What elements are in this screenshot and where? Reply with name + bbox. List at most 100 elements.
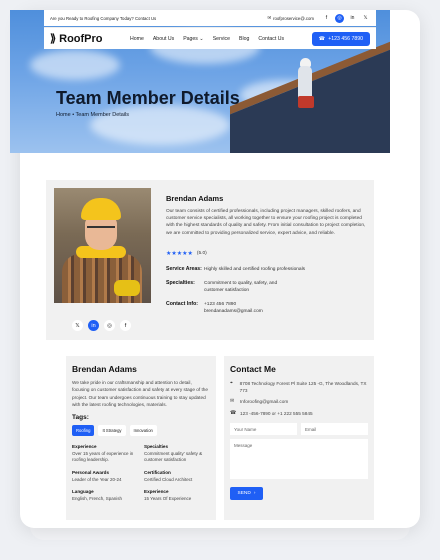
nav-pages[interactable]: Pages ⌄ <box>183 36 204 42</box>
contact-info-row: Contact Info: +123 456 7890 brendanadams… <box>166 301 294 316</box>
main-nav: ⟫ RoofPro Home About Us Pages ⌄ Service … <box>44 27 376 49</box>
contact-card: Contact Me ⌖ 8708 Technology Forest Pl S… <box>224 356 374 520</box>
tags-title: Tags: <box>72 414 89 422</box>
specialties-value: Commitment to quality, safety, and custo… <box>204 281 278 294</box>
tag-roofing[interactable]: Roofing <box>72 425 95 437</box>
breadcrumb[interactable]: Home • Team Member Details <box>56 112 129 118</box>
call-button-label: +123 456 7890 <box>328 35 363 42</box>
service-areas-value: Highly skilled and certified roofing pro… <box>204 267 306 272</box>
fact-item: Language English, French, Spanish <box>72 489 144 502</box>
contact-email[interactable]: brendanadams@gmail.com <box>204 308 294 315</box>
instagram-icon[interactable]: ◎ <box>335 13 344 23</box>
star-icons: ★★★★★ <box>166 251 193 257</box>
about-card: Brendan Adams We take pride in our craft… <box>66 356 216 520</box>
nav-home[interactable]: Home <box>130 36 144 42</box>
contact-info-label: Contact Info: <box>166 301 198 307</box>
contact-form-row: Your Name Email <box>230 423 368 436</box>
linkedin-icon[interactable]: in <box>348 14 357 23</box>
rating: ★★★★★ (5.0) <box>166 250 207 257</box>
nav-blog[interactable]: Blog <box>239 36 249 42</box>
chevron-down-icon: ⌄ <box>199 35 204 42</box>
contact-title: Contact Me <box>230 364 276 374</box>
address-text: 8708 Technology Forest Pl Suite 125 -G, … <box>239 381 367 394</box>
top-bar: Are you Ready to Roofing Company Today? … <box>44 10 376 26</box>
email-input[interactable]: Email <box>301 423 368 436</box>
about-text: We take pride in our craftsmanship and a… <box>72 380 209 407</box>
tag-list: Roofing It Strategy Innovation <box>72 425 210 437</box>
fact-value: Commitment quality' safety & customer sa… <box>144 450 203 463</box>
fact-title: Personal Awards <box>72 470 110 476</box>
chevron-right-icon: › <box>253 491 256 497</box>
facebook-icon[interactable]: f <box>120 320 131 331</box>
fact-title: Specialties <box>144 444 169 450</box>
fact-value: Over 15 years of experience in roofing l… <box>72 450 134 463</box>
worker <box>298 66 312 100</box>
message-input[interactable]: Message <box>230 439 368 480</box>
x-icon[interactable]: 𝕏 <box>72 320 83 331</box>
rating-value: (5.0) <box>196 251 207 256</box>
logo-icon: ⟫ <box>50 33 57 45</box>
photo-face <box>85 216 117 250</box>
about-title: Brendan Adams <box>72 364 137 374</box>
contact-phone[interactable]: +123 456 7890 <box>204 301 294 308</box>
x-icon[interactable]: 𝕏 <box>361 14 370 23</box>
call-button[interactable]: ☎ +123 456 7890 <box>311 31 370 46</box>
fact-item: Personal Awards Leader of the Year 20-24 <box>72 470 144 483</box>
contact-info-value: +123 456 7890 brendanadams@gmail.com <box>204 301 294 316</box>
tag-innovation[interactable]: Innovation <box>129 425 157 437</box>
phone-text[interactable]: 123 -456-7890 or +1 222 555 5845 <box>240 410 313 418</box>
worker-legs <box>298 96 314 108</box>
cloud <box>30 50 120 80</box>
facebook-icon[interactable]: f <box>322 14 331 23</box>
top-email-text: roofproservice@.com <box>273 15 314 21</box>
fact-title: Certification <box>144 470 171 476</box>
nav-pages-label: Pages <box>183 35 198 42</box>
announcement-text[interactable]: Are you Ready to Roofing Company Today? … <box>50 16 267 21</box>
nav-about[interactable]: About Us <box>153 36 174 42</box>
top-email[interactable]: ✉ roofproservice@.com <box>267 15 314 21</box>
specialties-label: Specialties: <box>166 280 195 286</box>
photo-glasses <box>87 226 115 230</box>
service-areas-label: Service Areas: <box>166 266 202 272</box>
instagram-icon[interactable]: ◎ <box>104 320 115 331</box>
logo-text: RoofPro <box>59 32 103 45</box>
cloud <box>90 105 230 145</box>
phone-icon: ☎ <box>230 409 237 416</box>
page-title: Team Member Details <box>56 88 240 108</box>
nav-service[interactable]: Service <box>213 36 230 42</box>
fact-title: Experience <box>144 489 169 495</box>
nav-menu: Home About Us Pages ⌄ Service Blog Conta… <box>130 36 312 42</box>
top-socials: f ◎ in 𝕏 <box>322 13 370 23</box>
fact-item: Certification Certified Cloud Architect <box>144 470 216 483</box>
fact-value: Leader of the Year 20-24 <box>72 476 122 482</box>
send-button[interactable]: SEND › <box>230 487 263 501</box>
photo-glove <box>114 280 140 296</box>
phone-icon: ☎ <box>318 35 326 42</box>
phone-item: ☎ 123 -456-7890 or +1 222 555 5845 <box>230 410 368 418</box>
fact-item: Specialties Commitment quality' safety & … <box>144 444 216 464</box>
specialties-row: Specialties: Commitment to quality, safe… <box>166 280 284 295</box>
email-item: ✉ Inforoofing@gmail.com <box>230 398 368 406</box>
name-input[interactable]: Your Name <box>230 423 297 436</box>
tag-it-strategy[interactable]: It Strategy <box>98 425 126 437</box>
linkedin-icon[interactable]: in <box>88 320 99 331</box>
fact-value: Certified Cloud Architect <box>144 476 193 482</box>
fact-item: Experience Over 15 years of experience in… <box>72 444 144 464</box>
send-button-label: SEND <box>237 491 251 497</box>
profile-card: 𝕏 in ◎ f Brendan Adams Our team consists… <box>46 180 374 340</box>
email-text[interactable]: Inforoofing@gmail.com <box>240 398 288 406</box>
member-name: Brendan Adams <box>166 194 224 203</box>
fact-title: Experience <box>72 444 97 450</box>
member-bio: Our team consists of certified professio… <box>166 209 366 236</box>
profile-socials: 𝕏 in ◎ f <box>72 320 131 331</box>
mail-icon: ✉ <box>230 398 235 405</box>
nav-contact[interactable]: Contact Us <box>258 36 284 42</box>
service-areas-row: Service Areas: Highly skilled and certif… <box>166 266 354 273</box>
location-icon: ⌖ <box>230 380 233 386</box>
photo-helmet <box>81 198 121 220</box>
logo[interactable]: ⟫ RoofPro <box>50 32 130 46</box>
fact-title: Language <box>72 489 94 495</box>
fact-value: English, French, Spanish <box>72 495 123 501</box>
mail-icon: ✉ <box>267 15 272 20</box>
fact-value: 15 Years Of Experience <box>144 495 192 501</box>
